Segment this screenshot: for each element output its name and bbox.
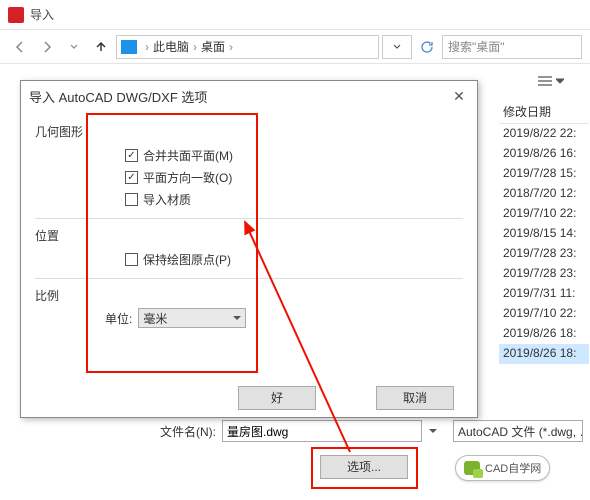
chevron-down-icon (233, 314, 241, 322)
file-row-date[interactable]: 2019/7/28 23: (499, 264, 589, 284)
drive-icon (121, 40, 137, 54)
dialog-titlebar: 导入 AutoCAD DWG/DXF 选项 ✕ (21, 81, 477, 111)
file-row-date[interactable]: 2019/7/10 22: (499, 304, 589, 324)
import-options-dialog: 导入 AutoCAD DWG/DXF 选项 ✕ 几何图形 合并共面平面(M) 平… (20, 80, 478, 418)
checkbox-orient-label: 平面方向一致(O) (143, 169, 232, 186)
ok-button[interactable]: 好 (238, 386, 316, 410)
file-row-date[interactable]: 2019/7/10 22: (499, 204, 589, 224)
section-geometry-label: 几何图形 (35, 123, 463, 140)
breadcrumb-sep (189, 40, 201, 54)
file-type-value: AutoCAD 文件 (*.dwg, … (458, 423, 583, 440)
refresh-button[interactable] (415, 35, 439, 59)
dialog-title-text: 导入 AutoCAD DWG/DXF 选项 (29, 87, 207, 106)
breadcrumb-sep (141, 40, 153, 54)
view-mode-button[interactable] (533, 73, 568, 89)
checkbox-preserve-origin[interactable] (125, 253, 138, 266)
section-position-label: 位置 (35, 227, 463, 244)
cancel-button[interactable]: 取消 (376, 386, 454, 410)
breadcrumb-item[interactable]: 桌面 (201, 38, 225, 55)
close-button[interactable]: ✕ (449, 86, 469, 106)
source-badge: CAD自学网 (455, 455, 550, 481)
unit-label: 单位: (105, 310, 132, 327)
file-row-date[interactable]: 2019/8/26 18: (499, 344, 589, 364)
address-dropdown-button[interactable] (382, 35, 412, 59)
source-badge-text: CAD自学网 (485, 460, 541, 476)
checkbox-origin-label: 保持绘图原点(P) (143, 251, 231, 268)
app-icon (8, 7, 24, 23)
unit-select[interactable]: 毫米 (138, 308, 246, 328)
checkbox-merge-label: 合并共面平面(M) (143, 147, 233, 164)
filename-input[interactable] (222, 420, 422, 442)
file-row-date[interactable]: 2019/7/28 15: (499, 164, 589, 184)
file-row-date[interactable]: 2019/7/31 11: (499, 284, 589, 304)
file-row-date[interactable]: 2019/8/15 14: (499, 224, 589, 244)
filename-label: 文件名(N): (160, 423, 216, 440)
breadcrumb-sep (225, 40, 237, 54)
wechat-icon (464, 461, 480, 475)
options-button[interactable]: 选项... (320, 455, 408, 479)
nav-up-button[interactable] (89, 35, 113, 59)
chevron-down-icon[interactable] (428, 426, 438, 436)
file-row-date[interactable]: 2019/8/22 22: (499, 124, 589, 144)
checkbox-merge-coplanar[interactable] (125, 149, 138, 162)
address-bar: 此电脑 桌面 搜索"桌面" (0, 30, 590, 64)
nav-back-button[interactable] (8, 35, 32, 59)
file-row-date[interactable]: 2019/8/26 16: (499, 144, 589, 164)
file-row-date[interactable]: 2019/7/28 23: (499, 244, 589, 264)
checkbox-materials-label: 导入材质 (143, 191, 191, 208)
nav-forward-button (35, 35, 59, 59)
breadcrumb-item[interactable]: 此电脑 (153, 38, 189, 55)
column-header-modified[interactable]: 修改日期 (499, 100, 589, 124)
breadcrumb[interactable]: 此电脑 桌面 (116, 35, 379, 59)
unit-value: 毫米 (143, 310, 167, 327)
section-scale-label: 比例 (35, 287, 463, 304)
file-type-select[interactable]: AutoCAD 文件 (*.dwg, … (453, 420, 583, 442)
file-row-date[interactable]: 2018/7/20 12: (499, 184, 589, 204)
date-column: 修改日期 2019/8/22 22:2019/8/26 16:2019/7/28… (499, 100, 589, 364)
filename-row: 文件名(N): (160, 420, 438, 442)
nav-history-dropdown[interactable] (62, 35, 86, 59)
search-input[interactable]: 搜索"桌面" (442, 35, 582, 59)
checkbox-orient-consistent[interactable] (125, 171, 138, 184)
window-titlebar: 导入 (0, 0, 590, 30)
file-row-date[interactable]: 2019/8/26 18: (499, 324, 589, 344)
checkbox-import-materials[interactable] (125, 193, 138, 206)
window-title: 导入 (30, 6, 54, 23)
search-placeholder: 搜索"桌面" (448, 38, 505, 55)
